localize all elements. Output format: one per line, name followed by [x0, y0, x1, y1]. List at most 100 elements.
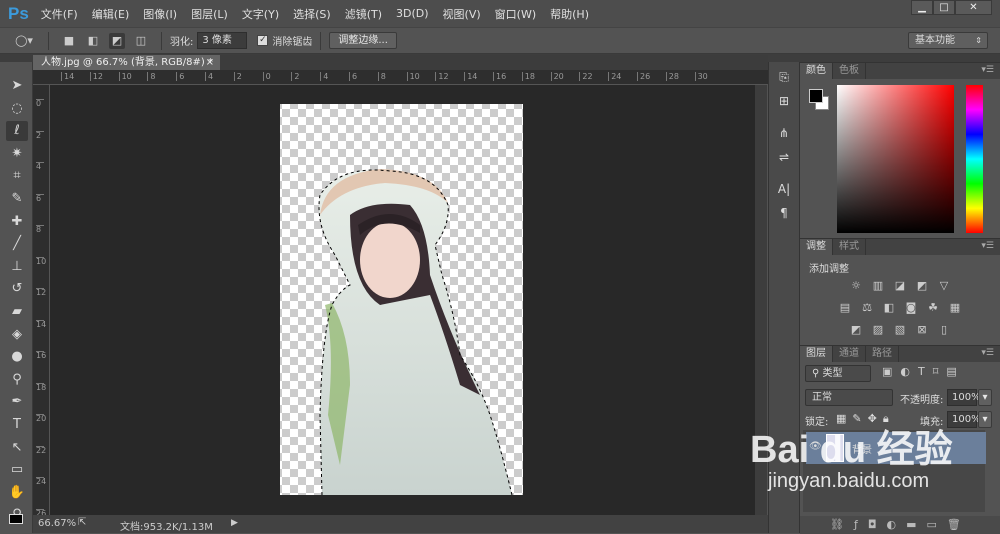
eyedropper-tool-icon[interactable]: ✎	[6, 189, 28, 209]
color-field[interactable]	[837, 85, 954, 233]
threshold-icon[interactable]: ▧	[892, 323, 908, 337]
new-selection-icon[interactable]: ■	[61, 33, 77, 49]
tab-channels[interactable]: 通道	[833, 346, 866, 362]
brush-panel-icon[interactable]: ⋔	[773, 124, 795, 142]
close-button[interactable]: ✕	[955, 0, 992, 15]
levels-icon[interactable]: ▥	[870, 279, 886, 293]
history-panel-icon[interactable]: ⎘	[773, 68, 795, 86]
tab-swatches[interactable]: 色板	[833, 63, 866, 79]
type-tool-icon[interactable]: T	[6, 415, 28, 435]
character-panel-icon[interactable]: A|	[773, 180, 795, 198]
black-white-icon[interactable]: ◧	[881, 301, 897, 315]
move-tool-icon[interactable]: ➤	[6, 76, 28, 96]
menu-layer[interactable]: 图层(L)	[191, 6, 228, 22]
gradient-map-icon[interactable]: ▯	[936, 323, 952, 337]
history-brush-tool-icon[interactable]: ↺	[6, 279, 28, 299]
magic-wand-tool-icon[interactable]: ✷	[6, 144, 28, 164]
invert-icon[interactable]: ◩	[848, 323, 864, 337]
layer-filter-icons[interactable]: ▣◐T⌑▤	[882, 365, 965, 378]
subtract-selection-icon[interactable]: ◩	[109, 32, 125, 49]
foreground-color-swatch[interactable]	[9, 514, 23, 524]
menu-view[interactable]: 视图(V)	[443, 6, 481, 22]
brush-tool-icon[interactable]: ╱	[6, 234, 28, 254]
workspace-select[interactable]: 基本功能 ⇕	[908, 32, 988, 49]
antialias-checkbox[interactable]: ✓	[257, 35, 269, 46]
add-selection-icon[interactable]: ◧	[85, 33, 101, 49]
curves-icon[interactable]: ◪	[892, 279, 908, 293]
hand-tool-icon[interactable]: ✋	[6, 483, 28, 503]
vibrance-icon[interactable]: ▽	[936, 279, 952, 293]
menu-select[interactable]: 选择(S)	[293, 6, 331, 22]
hue-slider[interactable]	[966, 85, 983, 233]
lasso-tool-icon[interactable]: ℓ	[6, 121, 28, 142]
ruler-horizontal[interactable]: 14 12 10 8 6 4 2 0 2 4 6 8 10 12 14 16 18 20 22 24 26 28 30	[33, 70, 768, 85]
brush-presets-icon[interactable]: ⇌	[773, 148, 795, 166]
panel-menu-icon[interactable]: ▾☰	[981, 65, 994, 75]
menu-file[interactable]: 文件(F)	[41, 6, 78, 22]
lock-icons[interactable]: ▦✎✥🔒︎	[836, 412, 895, 426]
lasso-preset-picker[interactable]: ◯▾	[12, 33, 36, 49]
opacity-dropdown[interactable]: ▾	[978, 389, 992, 406]
menu-type[interactable]: 文字(Y)	[242, 6, 279, 22]
visibility-eye-icon[interactable]: 👁︎	[809, 441, 822, 452]
channel-mixer-icon[interactable]: ☘	[925, 301, 941, 315]
clone-stamp-tool-icon[interactable]: ⊥	[6, 257, 28, 277]
panel-menu-icon[interactable]: ▾☰	[981, 348, 994, 358]
color-lookup-icon[interactable]: ▦	[947, 301, 963, 315]
fill-input[interactable]: 100%	[947, 411, 981, 428]
panel-menu-icon[interactable]: ▾☰	[981, 241, 994, 251]
eraser-tool-icon[interactable]: ▰	[6, 302, 28, 322]
paint-bucket-tool-icon[interactable]: ◈	[6, 325, 28, 345]
zoom-level[interactable]: 66.67%	[38, 518, 76, 529]
layer-name[interactable]: 背景	[852, 441, 872, 456]
opacity-input[interactable]: 100%	[947, 389, 981, 406]
menu-image[interactable]: 图像(I)	[143, 6, 177, 22]
tab-paths[interactable]: 路径	[866, 346, 899, 362]
layer-row-background[interactable]: 👁︎ 背景	[806, 432, 986, 464]
canvas-area[interactable]	[50, 85, 755, 515]
tab-adjustments[interactable]: 调整	[800, 239, 833, 255]
vertical-scrollbar[interactable]	[755, 85, 767, 515]
pen-tool-icon[interactable]: ✒	[6, 392, 28, 412]
path-selection-tool-icon[interactable]: ↖	[6, 438, 28, 458]
menu-filter[interactable]: 滤镜(T)	[345, 6, 382, 22]
export-icon[interactable]: ⇱	[78, 517, 86, 528]
ruler-vertical[interactable]: 0 2 4 6 8 10 12 14 16 18 20 22 24 26	[33, 85, 50, 517]
brightness-icon[interactable]: ☼	[848, 279, 864, 293]
properties-panel-icon[interactable]: ⊞	[773, 92, 795, 110]
refine-edge-button[interactable]: 调整边缘...	[329, 32, 397, 49]
crop-tool-icon[interactable]: ⌗	[6, 166, 28, 186]
minimize-button[interactable]: ▁	[911, 0, 933, 15]
hue-saturation-icon[interactable]: ▤	[837, 301, 853, 315]
intersect-selection-icon[interactable]: ◫	[133, 33, 149, 49]
maximize-button[interactable]: □	[933, 0, 955, 15]
posterize-icon[interactable]: ▨	[870, 323, 886, 337]
blend-mode-select[interactable]: 正常	[805, 389, 893, 406]
tab-styles[interactable]: 样式	[833, 239, 866, 255]
exposure-icon[interactable]: ◩	[914, 279, 930, 293]
menu-window[interactable]: 窗口(W)	[495, 6, 536, 22]
close-tab-icon[interactable]: ×	[206, 55, 214, 70]
menu-help[interactable]: 帮助(H)	[550, 6, 589, 22]
paragraph-panel-icon[interactable]: ¶	[773, 204, 795, 222]
fill-dropdown[interactable]: ▾	[978, 411, 992, 428]
dodge-tool-icon[interactable]: ⚲	[6, 370, 28, 390]
tab-layers[interactable]: 图层	[800, 346, 833, 362]
feather-input[interactable]: 3 像素	[197, 32, 248, 49]
layer-filter-select[interactable]: ⚲ 类型	[805, 365, 871, 382]
marquee-tool-icon[interactable]: ◌	[6, 99, 28, 119]
blur-tool-icon[interactable]: ●	[6, 347, 28, 367]
color-balance-icon[interactable]: ⚖	[859, 301, 875, 315]
status-bar: 66.67% ⇱ 文档:953.2K/1.13M ▶	[33, 515, 768, 533]
menu-edit[interactable]: 编辑(E)	[92, 6, 130, 22]
selective-color-icon[interactable]: ⊠	[914, 323, 930, 337]
tab-color[interactable]: 颜色	[800, 63, 833, 79]
photo-filter-icon[interactable]: ◙	[903, 301, 919, 315]
status-menu-arrow-icon[interactable]: ▶	[231, 518, 238, 528]
menu-3d[interactable]: 3D(D)	[396, 7, 429, 20]
foreground-color-swatch[interactable]	[809, 89, 823, 103]
healing-brush-tool-icon[interactable]: ✚	[6, 212, 28, 232]
document-tab[interactable]: 人物.jpg @ 66.7% (背景, RGB/8#) * ×	[33, 55, 220, 70]
layers-footer-buttons[interactable]: ⛓ƒ◘◐▬▭🗑︎	[800, 516, 1000, 534]
rectangle-tool-icon[interactable]: ▭	[6, 460, 28, 480]
